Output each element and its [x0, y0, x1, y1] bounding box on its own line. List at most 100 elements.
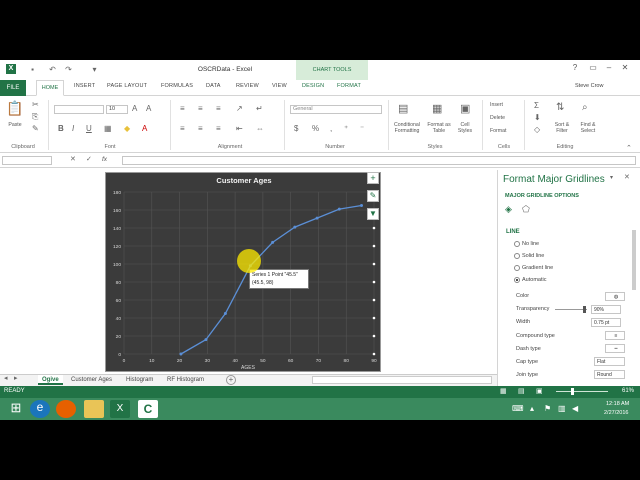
data-point[interactable]	[337, 207, 341, 211]
insert-cells-button[interactable]: Insert	[490, 102, 520, 108]
format-painter-icon[interactable]: ✎	[32, 124, 39, 133]
zoom-level[interactable]: 61%	[622, 388, 634, 394]
volume-icon[interactable]: ◀	[572, 404, 578, 413]
sheet-tab-rf-histogram[interactable]: RF Histogram	[163, 375, 208, 385]
gridline-selection-handle[interactable]	[372, 352, 376, 356]
number-format-select[interactable]: General	[290, 105, 382, 114]
decrease-decimal-icon[interactable]: ⁻	[360, 124, 364, 133]
wrap-text-icon[interactable]: ↵	[256, 104, 263, 113]
formula-input[interactable]	[122, 156, 636, 165]
collapse-ribbon-icon[interactable]: ⌃	[626, 144, 632, 152]
close-button[interactable]: ✕	[616, 63, 634, 75]
pane-close-icon[interactable]: ✕	[624, 173, 630, 181]
start-icon[interactable]: ⊞	[6, 400, 26, 418]
color-picker-icon[interactable]: ◍	[605, 292, 625, 301]
format-as-table-button[interactable]: Format as Table	[424, 122, 454, 134]
page-layout-view-icon[interactable]: ▤	[518, 387, 525, 395]
firefox-icon[interactable]	[56, 400, 76, 418]
x-axis-title[interactable]: AGES	[241, 365, 256, 371]
next-sheet-icon[interactable]: ▸	[14, 374, 18, 382]
recorder-icon[interactable]: C	[138, 400, 158, 418]
sheet-tab-customer-ages[interactable]: Customer Ages	[67, 375, 116, 385]
solid-line-radio[interactable]	[514, 253, 520, 259]
transparency-slider-handle[interactable]	[583, 306, 586, 313]
data-point[interactable]	[223, 312, 227, 315]
data-point[interactable]	[293, 225, 297, 229]
fill-color-icon[interactable]: ◆	[124, 124, 130, 133]
customize-qat-icon[interactable]: ▾	[90, 65, 99, 74]
increase-decimal-icon[interactable]: ⁺	[344, 124, 348, 133]
normal-view-icon[interactable]: ▦	[500, 387, 507, 395]
gridline-selection-handle[interactable]	[372, 262, 376, 266]
bold-button[interactable]: B	[58, 124, 64, 133]
autosum-icon[interactable]: Σ	[534, 101, 539, 110]
conditional-formatting-icon[interactable]: ▤	[398, 102, 408, 115]
align-top-icon[interactable]: ≡	[180, 104, 185, 113]
automatic-label[interactable]: Automatic	[522, 277, 546, 283]
find-select-icon[interactable]: ⌕	[582, 102, 588, 113]
chart-elements-button[interactable]: +	[367, 172, 379, 184]
file-explorer-icon[interactable]	[84, 400, 104, 418]
font-name-field[interactable]	[54, 105, 104, 114]
data-point[interactable]	[271, 240, 275, 244]
no-line-radio[interactable]	[514, 241, 520, 247]
comma-style-icon[interactable]: ,	[330, 124, 332, 133]
delete-cells-button[interactable]: Delete	[490, 115, 520, 121]
align-middle-icon[interactable]: ≡	[198, 104, 203, 113]
chart-area[interactable]: Customer Ages AGES 0 20 40 60 80 100 120 140 160…	[105, 172, 381, 372]
copy-icon[interactable]: ⎘	[32, 112, 38, 122]
tray-arrow-icon[interactable]: ▴	[530, 404, 534, 413]
width-field[interactable]: 0.75 pt	[591, 318, 621, 327]
dash-type-icon[interactable]: ┅	[605, 344, 625, 353]
format-as-table-icon[interactable]: ▦	[432, 102, 442, 115]
help-icon[interactable]: ?	[566, 63, 584, 75]
new-sheet-button[interactable]: +	[226, 375, 236, 385]
tab-insert[interactable]: INSERT	[74, 83, 95, 89]
conditional-formatting-button[interactable]: Conditional Formatting	[390, 122, 424, 134]
line-section-header[interactable]: LINE	[506, 229, 520, 235]
tab-file[interactable]: FILE	[0, 80, 26, 96]
automatic-radio[interactable]	[514, 277, 520, 283]
data-point[interactable]	[179, 352, 183, 356]
orientation-icon[interactable]: ↗	[236, 104, 243, 113]
fill-icon[interactable]: ⬇	[534, 113, 541, 122]
cut-icon[interactable]: ✂	[32, 100, 39, 109]
find-select-button[interactable]: Find & Select	[576, 122, 600, 134]
join-type-select[interactable]: Round	[594, 370, 625, 379]
currency-button[interactable]: $	[294, 124, 298, 133]
sort-filter-button[interactable]: Sort & Filter	[550, 122, 574, 134]
align-bottom-icon[interactable]: ≡	[216, 104, 221, 113]
increase-font-icon[interactable]: A	[132, 104, 137, 113]
pane-scrollbar[interactable]	[632, 230, 636, 290]
gradient-line-radio[interactable]	[514, 265, 520, 271]
data-point[interactable]	[204, 338, 208, 342]
paste-button[interactable]: Paste	[4, 122, 26, 128]
font-color-icon[interactable]: A	[142, 124, 147, 133]
zoom-slider-handle[interactable]	[571, 388, 574, 395]
percent-button[interactable]: %	[312, 124, 319, 133]
decrease-font-icon[interactable]: A	[146, 104, 151, 113]
align-left-icon[interactable]: ≡	[180, 124, 185, 133]
clock-time[interactable]: 12:18 AM	[606, 401, 629, 407]
tab-home[interactable]: HOME	[36, 80, 64, 96]
name-box[interactable]	[2, 156, 52, 165]
merge-center-icon[interactable]: ⇔	[256, 124, 264, 133]
horizontal-scrollbar[interactable]	[312, 376, 492, 384]
gridline-selection-handle[interactable]	[372, 226, 376, 230]
sort-filter-icon[interactable]: ⇅	[556, 102, 564, 113]
underline-button[interactable]: U	[86, 124, 92, 133]
pane-subtitle[interactable]: MAJOR GRIDLINE OPTIONS	[505, 193, 579, 199]
network-icon[interactable]: ▥	[558, 404, 566, 413]
tab-review[interactable]: REVIEW	[236, 83, 259, 89]
gridline-selection-handle[interactable]	[372, 298, 376, 302]
enter-icon[interactable]: ✓	[86, 155, 92, 163]
tab-view[interactable]: VIEW	[272, 83, 287, 89]
data-point[interactable]	[360, 204, 363, 207]
effects-icon[interactable]: ⬠	[522, 204, 530, 215]
format-cells-button[interactable]: Format	[490, 128, 520, 134]
italic-button[interactable]: I	[72, 124, 74, 133]
ogive-chart[interactable]: Customer Ages AGES 020406080100120140160…	[106, 173, 382, 373]
data-point[interactable]	[315, 216, 319, 220]
gridline-selection-handle[interactable]	[372, 280, 376, 284]
cap-type-select[interactable]: Flat	[594, 357, 625, 366]
